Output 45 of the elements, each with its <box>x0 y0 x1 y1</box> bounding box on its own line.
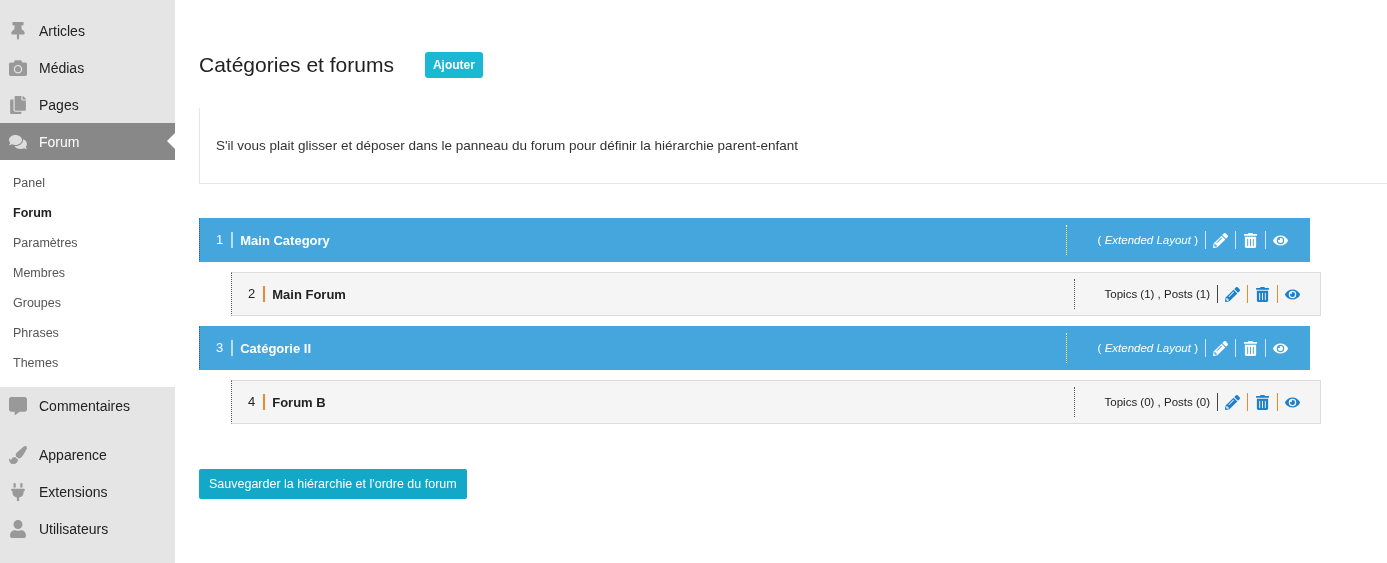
submenu-item[interactable]: Paramètres <box>0 228 175 258</box>
layout-label: ( Extended Layout ) <box>1097 342 1198 354</box>
chat-icon <box>9 132 29 151</box>
row-number: 1 <box>200 232 234 248</box>
layout-label: ( Extended Layout ) <box>1097 234 1198 246</box>
row-number: 2 <box>232 286 266 302</box>
sidebar-item[interactable]: Articles <box>0 12 175 49</box>
submenu-item[interactable]: Themes <box>0 348 175 378</box>
sidebar-item[interactable]: Commentaires <box>0 387 175 424</box>
brush-icon <box>9 445 29 464</box>
camera-icon <box>9 58 29 77</box>
user-icon <box>9 519 29 538</box>
sidebar-item[interactable]: Utilisateurs <box>0 510 175 547</box>
trash-icon[interactable] <box>1255 394 1270 410</box>
pencil-icon[interactable] <box>1225 394 1240 410</box>
pencil-icon[interactable] <box>1213 340 1228 356</box>
sidebar-item[interactable]: Pages <box>0 86 175 123</box>
submenu-item[interactable]: Forum <box>0 198 175 228</box>
pencil-icon[interactable] <box>1213 232 1228 248</box>
row-name: Forum B <box>271 394 327 410</box>
page-title: Catégories et forums <box>199 53 394 77</box>
submenu-item[interactable]: Phrases <box>0 318 175 348</box>
counts-label: Topics (1) , Posts (1) <box>1104 288 1210 300</box>
forum-row[interactable]: 4 Forum B Topics (0) , Posts (0) <box>231 380 1321 424</box>
pages-icon <box>9 95 29 114</box>
row-name: Main Forum <box>271 286 347 302</box>
sidebar-item[interactable]: Médias <box>0 49 175 86</box>
trash-icon[interactable] <box>1243 340 1258 356</box>
row-name: Main Category <box>239 232 331 248</box>
counts-label: Topics (0) , Posts (0) <box>1104 396 1210 408</box>
trash-icon[interactable] <box>1243 232 1258 248</box>
pencil-icon[interactable] <box>1225 286 1240 302</box>
forum-row[interactable]: 2 Main Forum Topics (1) , Posts (1) <box>231 272 1321 316</box>
row-number: 4 <box>232 394 266 410</box>
notice-text: S'il vous plait glisser et déposer dans le panneau du forum pour définir la hiérarchie parent-enfant <box>216 138 798 153</box>
trash-icon[interactable] <box>1255 286 1270 302</box>
row-number: 3 <box>200 340 234 356</box>
comment-icon <box>9 396 29 415</box>
row-name: Catégorie II <box>239 340 313 356</box>
submenu-item[interactable]: Groupes <box>0 288 175 318</box>
sidebar-item[interactable]: Apparence <box>0 436 175 473</box>
submenu-item[interactable]: Panel <box>0 168 175 198</box>
submenu-item[interactable]: Membres <box>0 258 175 288</box>
sidebar-item[interactable]: Extensions <box>0 473 175 510</box>
sidebar-item[interactable]: Forum <box>0 123 175 160</box>
